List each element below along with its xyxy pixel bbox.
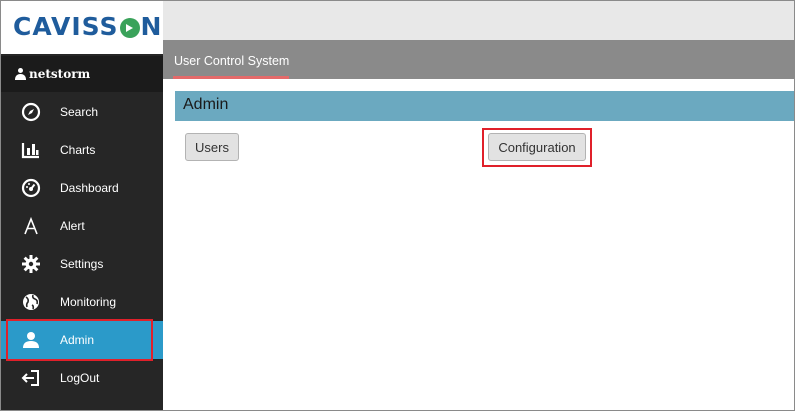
dashboard-gauge-icon (20, 177, 42, 199)
logo-play-icon (119, 17, 140, 38)
users-button[interactable]: Users (185, 133, 239, 161)
active-tab-indicator (173, 76, 289, 79)
section-header: Admin (175, 91, 794, 121)
gear-icon (20, 253, 42, 275)
sidebar-item-label: Charts (60, 143, 96, 157)
username: netstorm (29, 67, 91, 81)
sidebar-item-search[interactable]: Search (1, 93, 163, 131)
configuration-highlight (482, 128, 592, 167)
sidebar-item-label: Alert (60, 219, 85, 233)
cavisson-logo[interactable]: CAVISS N (13, 12, 162, 41)
sidebar-item-logout[interactable]: LogOut (1, 359, 163, 397)
tab-bar: User Control System (163, 40, 794, 79)
sidebar-item-admin[interactable]: Admin (1, 319, 163, 361)
sidebar-item-alert[interactable]: Alert (1, 207, 163, 245)
tab-user-control-system[interactable]: User Control System (174, 54, 289, 68)
sidebar-item-label: Dashboard (60, 181, 119, 195)
logo-text-start: CAVISS (13, 12, 119, 41)
sidebar: CAVISS N netstorm Search Charts Dashboar… (1, 1, 163, 410)
user-icon (20, 329, 42, 351)
section-title: Admin (183, 96, 229, 113)
sidebar-item-label: Monitoring (60, 295, 117, 309)
sidebar-item-label: Admin (60, 333, 95, 347)
sidebar-item-label: Settings (60, 257, 104, 271)
logo-area: CAVISS N (1, 1, 163, 54)
globe-icon (20, 291, 42, 313)
user-icon (15, 68, 26, 80)
bar-chart-icon (20, 139, 42, 161)
top-bar (163, 1, 794, 40)
sidebar-item-label: Search (60, 105, 99, 119)
sidebar-item-monitoring[interactable]: Monitoring (1, 283, 163, 321)
sidebar-item-charts[interactable]: Charts (1, 131, 163, 169)
user-info: netstorm (1, 56, 163, 92)
app-window: CAVISS N netstorm Search Charts Dashboar… (0, 0, 795, 411)
compass-icon (20, 101, 42, 123)
sidebar-nav: Search Charts Dashboard Alert Settings M… (1, 93, 163, 397)
sidebar-item-settings[interactable]: Settings (1, 245, 163, 283)
sidebar-item-label: LogOut (60, 371, 100, 385)
alert-a-icon (20, 215, 42, 237)
logout-icon (20, 367, 42, 389)
sidebar-item-dashboard[interactable]: Dashboard (1, 169, 163, 207)
logo-text-end: N (140, 12, 163, 41)
